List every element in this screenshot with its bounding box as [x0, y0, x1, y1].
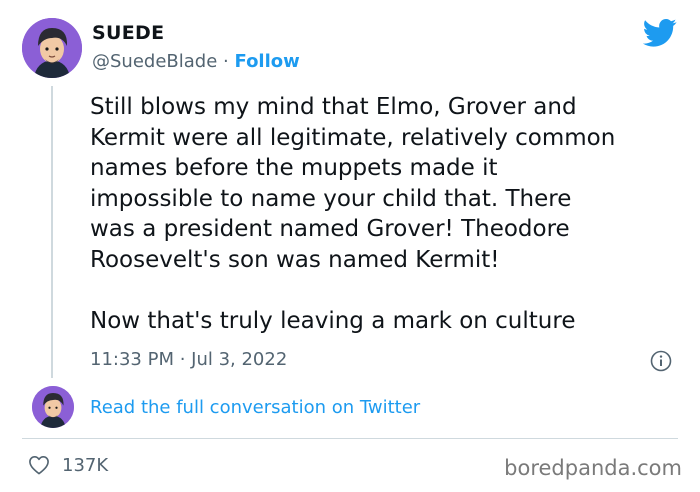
info-icon[interactable]: [650, 350, 672, 372]
divider: [22, 438, 678, 439]
watermark: boredpanda.com: [504, 456, 682, 480]
tweet-line: Roosevelt's son was named Kermit!: [90, 246, 500, 273]
tweet-paragraph-2: Now that's truly leaving a mark on cultu…: [90, 307, 576, 334]
tweet-line: impossible to name your child that. Ther…: [90, 185, 572, 212]
tweet-paragraph-1: Still blows my mind that Elmo, Grover an…: [90, 92, 690, 275]
read-conversation-link[interactable]: Read the full conversation on Twitter: [90, 397, 420, 418]
avatar-illustration-icon: [22, 18, 82, 78]
handle-row: @SuedeBlade · Follow: [92, 51, 300, 72]
tweet-line: Still blows my mind that Elmo, Grover an…: [90, 94, 577, 120]
avatar[interactable]: [22, 18, 82, 78]
like-count: 137K: [62, 455, 109, 476]
avatar-small[interactable]: [32, 386, 74, 428]
heart-icon[interactable]: [28, 455, 50, 475]
user-handle[interactable]: @SuedeBlade: [92, 51, 217, 72]
thread-connector-line: [51, 86, 53, 378]
tweet-line: names before the muppets made it: [90, 155, 498, 181]
tweet-timestamp[interactable]: 11:33 PM · Jul 3, 2022: [90, 349, 287, 370]
display-name[interactable]: SUEDE: [92, 22, 164, 44]
tweet-text: Still blows my mind that Elmo, Grover an…: [90, 92, 690, 336]
follow-button[interactable]: Follow: [235, 51, 300, 72]
tweet-line: Kermit were all legitimate, relatively c…: [90, 124, 616, 151]
tweet-line: was a president named Grover! Theodore: [90, 216, 570, 242]
avatar-illustration-icon: [32, 386, 74, 428]
twitter-bird-icon[interactable]: [643, 18, 677, 48]
separator-dot: ·: [223, 51, 229, 72]
